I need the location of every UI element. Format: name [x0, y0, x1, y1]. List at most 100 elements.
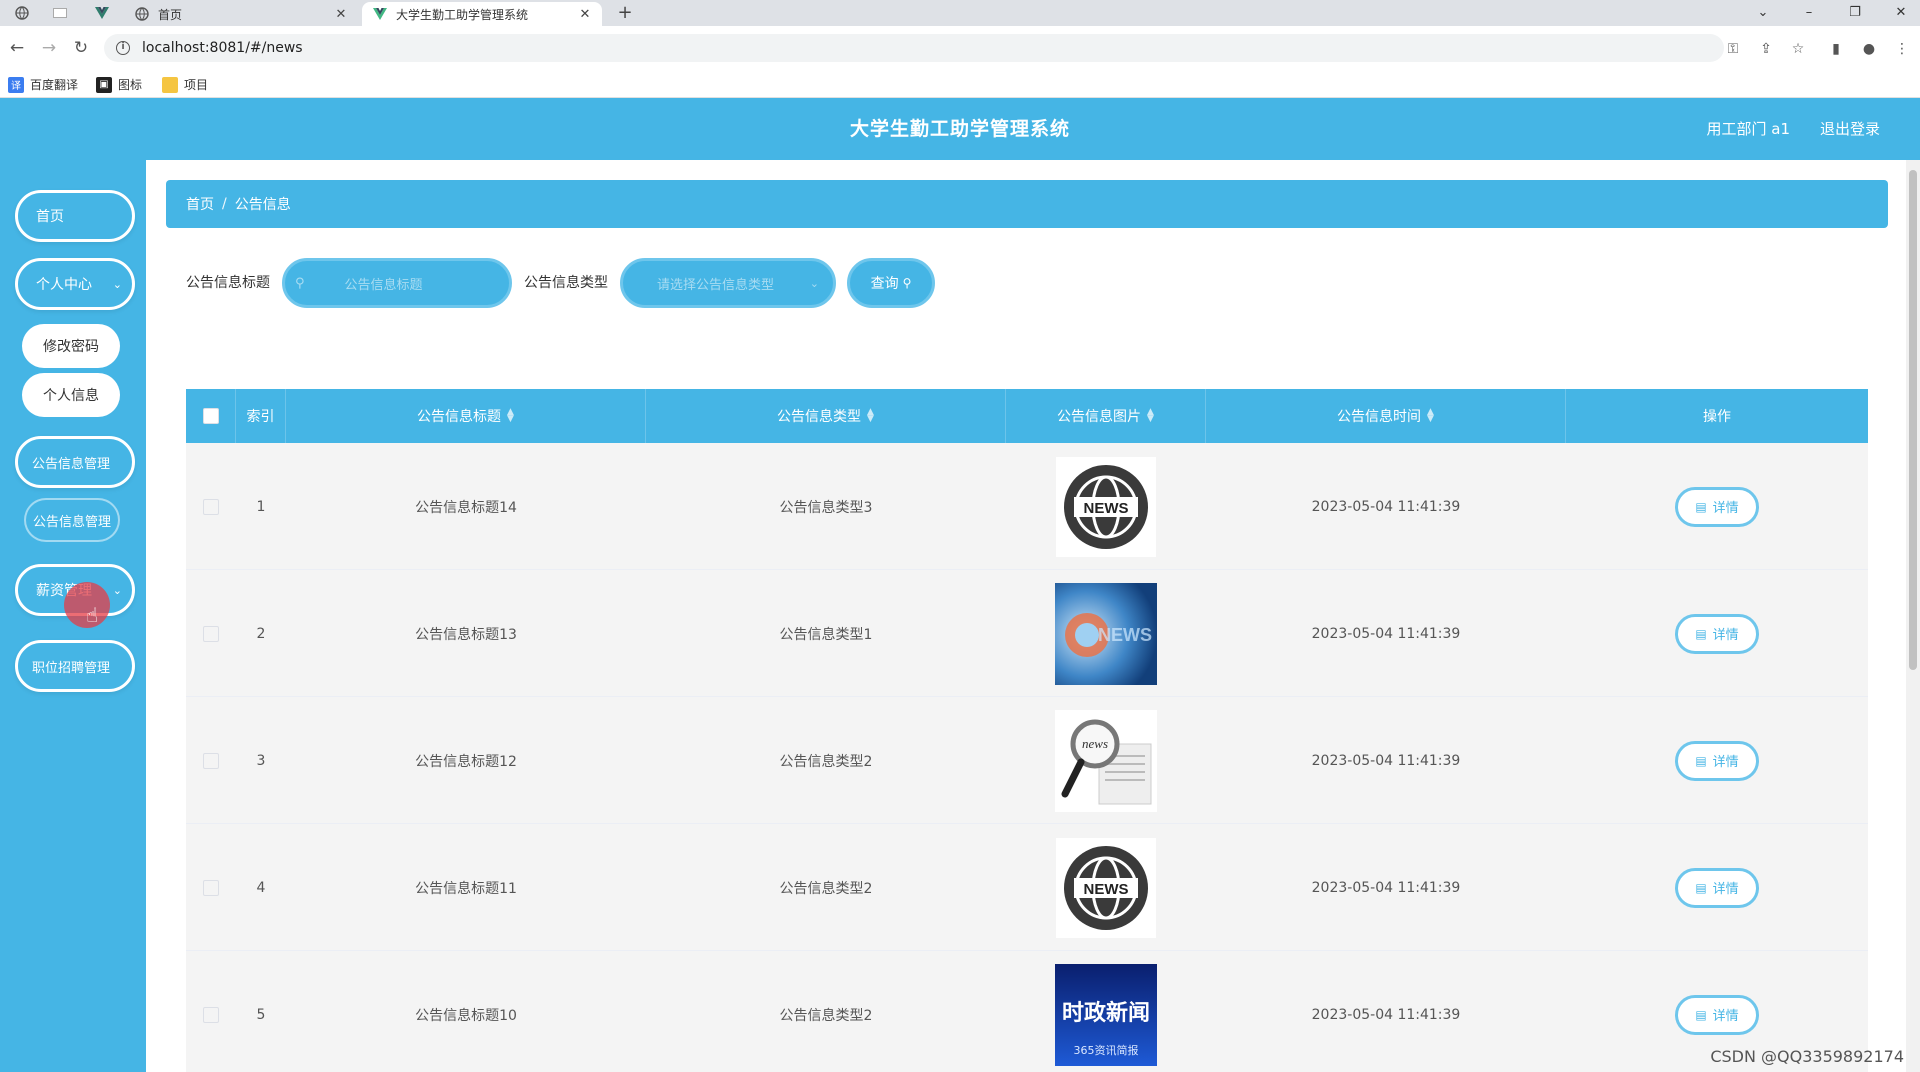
sidebar-item-label: 首页 [36, 209, 64, 225]
sidebar-item-label: 公告信息管理 [32, 456, 111, 472]
sidepanel-icon[interactable]: ▮ [1827, 40, 1845, 58]
vue-favicon-icon[interactable] [88, 3, 116, 23]
share-icon[interactable]: ⇪ [1757, 40, 1775, 58]
col-title[interactable]: 公告信息标题 ▲ ▼ [286, 389, 646, 443]
sidebar-subitem-profile[interactable]: 个人信息 [22, 373, 120, 417]
sort-icon[interactable]: ▲ ▼ [507, 408, 514, 424]
breadcrumb-current: 公告信息 [234, 197, 291, 213]
news-globe-icon: NEWS [1055, 456, 1157, 558]
column-label: 操作 [1703, 409, 1731, 425]
title-cell: 公告信息标题14 [415, 499, 517, 516]
actions-cell: ▤ 详情 [1566, 697, 1868, 824]
tab-active[interactable]: 大学生勤工助学管理系统 ✕ [362, 2, 602, 26]
table-row: 3 公告信息标题12 公告信息类型2 news 2023-05-04 11:41:39 ▤… [186, 697, 1868, 824]
bookmark-baidu-translate[interactable]: 译 百度翻译 [8, 76, 78, 93]
tab-list-chevron-icon[interactable]: ⌄ [1748, 2, 1778, 24]
window-close-icon[interactable]: ✕ [1886, 2, 1916, 24]
notice-table: 索引 公告信息标题 ▲ ▼ 公告信息类型 ▲ ▼ 公告信息图片 ▲ ▼ 公告信息时间 … [186, 389, 1868, 1072]
sidebar-subitem-notice-management[interactable]: 公告信息管理 [24, 498, 120, 542]
query-button-label: 查询 [870, 276, 899, 292]
column-label: 公告信息类型 [777, 409, 862, 425]
image-icon: ▣ [96, 76, 112, 93]
app-title: 大学生勤工助学管理系统 [849, 118, 1070, 140]
logout-link[interactable]: 退出登录 [1820, 98, 1880, 160]
col-actions: 操作 [1566, 389, 1868, 443]
bookmark-label: 图标 [118, 78, 143, 92]
sidebar-item-job-recruitment[interactable]: 职位招聘管理 [15, 640, 135, 692]
type-cell: 公告信息类型2 [779, 880, 873, 897]
restore-icon[interactable]: ❐ [1840, 2, 1870, 24]
image-cell: NEWS [1006, 824, 1206, 951]
sidebar-item-label: 职位招聘管理 [32, 660, 111, 676]
close-icon[interactable]: ✕ [578, 7, 592, 22]
select-cell [186, 824, 236, 951]
globe-icon[interactable] [8, 3, 36, 23]
document-icon: ▤ [1695, 880, 1707, 895]
page-scrollbar[interactable] [1906, 160, 1920, 1072]
globe-icon [134, 7, 150, 21]
title-search-input[interactable]: ⚲ 公告信息标题 [282, 258, 512, 308]
breadcrumb-home[interactable]: 首页 [186, 194, 214, 214]
select-all-checkbox[interactable] [202, 408, 219, 424]
news-magnifier: news [1055, 709, 1157, 812]
close-icon[interactable]: ✕ [334, 7, 348, 22]
bookmark-project[interactable]: 项目 [162, 76, 208, 93]
reload-icon[interactable]: ↻ [70, 37, 92, 59]
star-icon[interactable]: ☆ [1789, 40, 1807, 58]
table-row: 4 公告信息标题11 公告信息类型2 NEWS 2023-05-04 11:41:39 ▤… [186, 824, 1868, 951]
back-icon[interactable]: ← [6, 37, 28, 59]
query-button[interactable]: 查询 ⚲ [847, 258, 935, 308]
type-cell: 公告信息类型2 [779, 753, 873, 770]
col-image[interactable]: 公告信息图片 ▲ ▼ [1006, 389, 1206, 443]
detail-button[interactable]: ▤ 详情 [1675, 867, 1759, 908]
bookmark-icons[interactable]: ▣ 图标 [96, 76, 142, 93]
scrollbar-thumb[interactable] [1909, 170, 1917, 670]
sidebar-item-notice-management[interactable]: 公告信息管理 [15, 436, 135, 488]
sort-icon[interactable]: ▲ ▼ [1147, 408, 1154, 424]
shizheng-news-banner: 时政新闻 365资讯简报 [1055, 963, 1157, 1066]
svg-text:时政新闻: 时政新闻 [1062, 1000, 1150, 1026]
row-checkbox[interactable] [203, 879, 219, 896]
menu-dots-icon[interactable]: ⋮ [1893, 40, 1911, 58]
row-checkbox[interactable] [203, 625, 219, 642]
folder-icon [162, 76, 178, 93]
type-cell: 公告信息类型3 [779, 499, 873, 516]
forward-icon[interactable]: → [38, 37, 60, 59]
sidebar-item-label: 个人信息 [43, 388, 99, 404]
detail-button[interactable]: ▤ 详情 [1675, 486, 1759, 527]
profile-icon[interactable]: ● [1860, 40, 1878, 58]
table-body: 1 公告信息标题14 公告信息类型3 NEWS 2023-05-04 11:41:39 ▤… [186, 443, 1868, 1072]
col-type[interactable]: 公告信息类型 ▲ ▼ [646, 389, 1006, 443]
hand-cursor-icon: ☝ [86, 603, 99, 627]
chevron-down-icon: ⌄ [112, 277, 122, 291]
sort-icon[interactable]: ▲ ▼ [1427, 408, 1434, 424]
type-select[interactable]: 请选择公告信息类型 ⌄ [620, 258, 836, 308]
row-checkbox[interactable] [203, 498, 219, 515]
key-icon[interactable]: ⚿ [1724, 40, 1742, 58]
sidebar-item-personal-center[interactable]: 个人中心 ⌄ [15, 258, 135, 310]
site-info-icon[interactable]: i [116, 41, 130, 55]
sort-icon[interactable]: ▲ ▼ [867, 408, 874, 424]
index-cell: 3 [256, 752, 266, 769]
sidebar-subitem-change-password[interactable]: 修改密码 [22, 324, 120, 368]
title-cell: 公告信息标题13 [415, 626, 517, 643]
row-checkbox[interactable] [203, 752, 219, 769]
new-tab-button[interactable]: + [614, 2, 636, 24]
url-text: localhost:8081/#/news [142, 40, 303, 56]
sidebar-item-home[interactable]: 首页 [15, 190, 135, 242]
minimize-icon[interactable]: – [1794, 2, 1824, 24]
url-field[interactable]: i localhost:8081/#/news [104, 34, 1724, 62]
document-icon: ▤ [1695, 499, 1707, 514]
row-checkbox[interactable] [203, 1006, 219, 1023]
detail-button[interactable]: ▤ 详情 [1675, 740, 1759, 781]
detail-button[interactable]: ▤ 详情 [1675, 613, 1759, 654]
col-time[interactable]: 公告信息时间 ▲ ▼ [1206, 389, 1566, 443]
select-cell [186, 951, 236, 1072]
table-row: 5 公告信息标题10 公告信息类型2 时政新闻 365资讯简报 2023-05-04 11… [186, 951, 1868, 1072]
detail-button[interactable]: ▤ 详情 [1675, 994, 1759, 1035]
table-row: 2 公告信息标题13 公告信息类型1 NEWS 2023-05-04 11:41:39 ▤… [186, 570, 1868, 697]
detail-button-label: 详情 [1712, 628, 1739, 643]
tab-home[interactable]: 首页 ✕ [124, 2, 358, 26]
tab-favicon-icon[interactable] [46, 3, 74, 23]
type-cell: 公告信息类型1 [779, 626, 873, 643]
